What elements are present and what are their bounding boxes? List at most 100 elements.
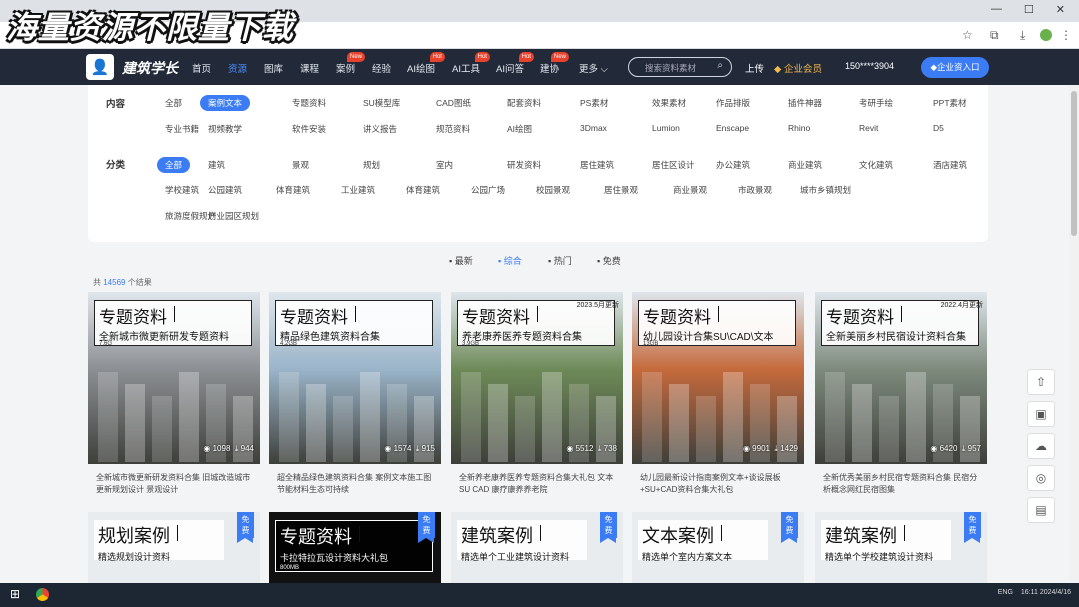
search-icon[interactable]: ⌕ bbox=[717, 60, 723, 71]
logo-icon[interactable]: 👤 bbox=[86, 54, 114, 80]
card-caption[interactable]: 全新养老康养医养专题资料合集大礼包 文本 SU CAD 康疗康养养老院 bbox=[459, 472, 619, 496]
filter-option[interactable]: 体育建筑 bbox=[406, 184, 440, 196]
resource-card[interactable]: 专题资料 全新美丽乡村民宿设计资料合集 2022.4月更新 ◉ 6420 ⤓ 957 bbox=[815, 292, 987, 464]
nav-item-8[interactable]: AI问答 Hot bbox=[496, 52, 534, 75]
save-icon[interactable]: ▤ bbox=[1027, 497, 1055, 523]
filter-option[interactable]: 软件安装 bbox=[292, 123, 326, 135]
resource-card[interactable]: 专题资料 卡拉特拉瓦设计资料大礼包 800MB 免费 bbox=[269, 512, 441, 583]
filter-option[interactable]: AI绘图 bbox=[507, 123, 532, 135]
resource-card[interactable]: 建筑案例 精选单个工业建筑设计资料免费 bbox=[451, 512, 623, 583]
filter-option[interactable]: 居住建筑 bbox=[580, 159, 614, 171]
filter-option[interactable]: 工业建筑 bbox=[341, 184, 375, 196]
chrome-icon[interactable] bbox=[36, 588, 49, 601]
nav-item-10[interactable]: 更多 ⌵ bbox=[579, 61, 608, 75]
extensions-icon[interactable]: ⧉ bbox=[990, 28, 999, 43]
filter-option[interactable]: Revit bbox=[859, 123, 878, 133]
filter-option[interactable]: 插件神器 bbox=[788, 97, 822, 109]
filter-option[interactable]: 作品排版 bbox=[716, 97, 750, 109]
resource-card[interactable]: 专题资料 养老康养医养专题资料合集 3.9GB 2023.5月更新 ◉ 5512 ⤓ 7… bbox=[451, 292, 623, 464]
upload-link[interactable]: 上传 bbox=[745, 61, 764, 75]
resource-card[interactable]: 专题资料 全新城市微更新研发专题资料 7.6G ◉ 1098 ⤓ 944 bbox=[88, 292, 260, 464]
nav-item-2[interactable]: 图库 bbox=[264, 61, 283, 75]
nav-item-7[interactable]: AI工具 Hot bbox=[452, 52, 490, 75]
filter-option[interactable]: 商业建筑 bbox=[788, 159, 822, 171]
resource-card[interactable]: 规划案例 精选规划设计资料免费 bbox=[88, 512, 260, 583]
filter-option[interactable]: 城市乡镇规划 bbox=[800, 184, 851, 196]
filter-option[interactable]: 效果素材 bbox=[652, 97, 686, 109]
user-phone[interactable]: 150****3904 bbox=[845, 61, 894, 71]
filter-option[interactable]: PS素材 bbox=[580, 97, 608, 109]
filter-option[interactable]: Lumion bbox=[652, 123, 680, 133]
card-caption[interactable]: 超全精品绿色建筑资料合集 案例文本施工图 节能材料生态可持续 bbox=[277, 472, 437, 496]
nav-item-6[interactable]: AI绘图 Hot bbox=[407, 52, 445, 75]
sort-option[interactable]: ▪ 综合 bbox=[498, 254, 522, 267]
filter-option[interactable]: 商业景观 bbox=[673, 184, 707, 196]
filter-option[interactable]: 专业书籍 bbox=[165, 123, 199, 135]
nav-item-9[interactable]: 建协 New bbox=[540, 52, 570, 75]
filter-option[interactable]: 考研手绘 bbox=[859, 97, 893, 109]
filter-option[interactable]: 文化建筑 bbox=[859, 159, 893, 171]
filter-option[interactable]: 讲义报告 bbox=[363, 123, 397, 135]
filter-option[interactable]: 市政景观 bbox=[738, 184, 772, 196]
sort-option[interactable]: ▪ 免费 bbox=[597, 254, 621, 267]
scroll-thumb[interactable] bbox=[1071, 91, 1077, 236]
filter-option[interactable]: 全部 bbox=[165, 97, 182, 109]
filter-option[interactable]: 建筑 bbox=[208, 159, 225, 171]
close-button[interactable]: ✕ bbox=[1056, 3, 1065, 16]
filter-option[interactable]: 视频教学 bbox=[208, 123, 242, 135]
card-caption[interactable]: 全新优秀美丽乡村民宿专题资料合集 民宿分析概念网红民宿图集 bbox=[823, 472, 983, 496]
chat-icon[interactable]: ☁ bbox=[1027, 433, 1055, 459]
nav-item-1[interactable]: 资源 bbox=[228, 61, 247, 75]
resource-card[interactable]: 专题资料 幼儿园设计合集SU\CAD\文本 13GB ◉ 9901 ⤓ 1429 bbox=[632, 292, 804, 464]
filter-option[interactable]: D5 bbox=[933, 123, 944, 133]
filter-option[interactable]: 规范资料 bbox=[436, 123, 470, 135]
filter-option[interactable]: 居住景观 bbox=[604, 184, 638, 196]
filter-option[interactable]: 公园广场 bbox=[471, 184, 505, 196]
filter-option[interactable]: 规划 bbox=[363, 159, 380, 171]
vip-link[interactable]: ◆ 企业会员 bbox=[774, 61, 822, 75]
minimize-button[interactable]: — bbox=[991, 3, 1002, 16]
menu-icon[interactable]: ⋮ bbox=[1060, 28, 1072, 42]
nav-item-4[interactable]: 案例 New bbox=[336, 52, 366, 75]
service-icon[interactable]: ◎ bbox=[1027, 465, 1055, 491]
windows-icon[interactable]: ⊞ bbox=[10, 587, 20, 601]
nav-item-0[interactable]: 首页 bbox=[192, 61, 211, 75]
resource-card[interactable]: 专题资料 精品绿色建筑资料合集 4.2GB ◉ 1574 ⤓ 915 bbox=[269, 292, 441, 464]
filter-option[interactable]: 研发资料 bbox=[507, 159, 541, 171]
filter-option[interactable]: 体育建筑 bbox=[276, 184, 310, 196]
enterprise-button[interactable]: ◆企业资入口 bbox=[921, 57, 989, 78]
card-caption[interactable]: 幼儿园最新设计指南案例文本+谈设展板+SU+CAD资料合集大礼包 bbox=[640, 472, 800, 496]
sort-option[interactable]: ▪ 热门 bbox=[548, 254, 572, 267]
filter-option[interactable]: 居住区设计 bbox=[652, 159, 695, 171]
resource-card[interactable]: 建筑案例 精选单个学校建筑设计资料免费 bbox=[815, 512, 987, 583]
sort-option[interactable]: ▪ 最新 bbox=[449, 254, 473, 267]
filter-option[interactable]: SU模型库 bbox=[363, 97, 400, 109]
maximize-button[interactable]: ☐ bbox=[1024, 3, 1034, 16]
calendar-icon[interactable]: ▣ bbox=[1027, 401, 1055, 427]
filter-option[interactable]: 专题资料 bbox=[292, 97, 326, 109]
filter-option[interactable]: 室内 bbox=[436, 159, 453, 171]
filter-option[interactable]: PPT素材 bbox=[933, 97, 967, 109]
filter-option[interactable]: 产业园区规划 bbox=[208, 210, 259, 222]
search-input[interactable]: 搜索资料素材 ⌕ bbox=[628, 57, 732, 77]
filter-option[interactable]: 酒店建筑 bbox=[933, 159, 967, 171]
card-caption[interactable]: 全新城市微更新研发资料合集 旧城改造城市更新规划设计 景观设计 bbox=[96, 472, 256, 496]
filter-option[interactable]: 景观 bbox=[292, 159, 309, 171]
star-icon[interactable]: ☆ bbox=[962, 28, 973, 42]
filter-option[interactable]: 案例文本 bbox=[200, 95, 251, 111]
filter-option[interactable]: 公园建筑 bbox=[208, 184, 242, 196]
download-icon[interactable]: ⤓ bbox=[1020, 28, 1025, 43]
filter-option[interactable]: 校园景观 bbox=[536, 184, 570, 196]
language-indicator[interactable]: ENG bbox=[998, 589, 1013, 596]
filter-option[interactable]: 学校建筑 bbox=[165, 184, 199, 196]
filter-option[interactable]: 全部 bbox=[157, 157, 191, 173]
filter-option[interactable]: CAD图纸 bbox=[436, 97, 471, 109]
scrollbar[interactable] bbox=[1069, 85, 1079, 580]
filter-option[interactable]: 配套资料 bbox=[507, 97, 541, 109]
profile-icon[interactable] bbox=[1040, 29, 1052, 41]
filter-option[interactable]: 3Dmax bbox=[580, 123, 607, 133]
nav-item-5[interactable]: 经验 bbox=[372, 61, 391, 75]
resource-card[interactable]: 文本案例 精选单个室内方案文本免费 bbox=[632, 512, 804, 583]
nav-item-3[interactable]: 课程 bbox=[300, 61, 319, 75]
filter-option[interactable]: Enscape bbox=[716, 123, 749, 133]
